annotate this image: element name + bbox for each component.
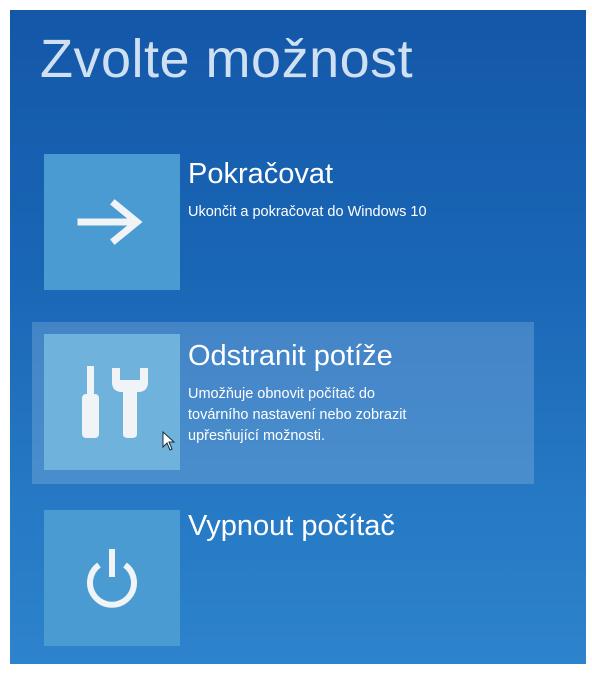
option-shutdown-title[interactable]: Vypnout počítač xyxy=(188,510,395,543)
arrow-right-icon xyxy=(77,199,143,245)
page-title: Zvolte možnost xyxy=(40,29,414,89)
option-shutdown[interactable]: Vypnout počítač xyxy=(32,508,534,658)
option-troubleshoot[interactable]: Odstranit potíže Umožňuje obnovit počíta… xyxy=(32,322,534,484)
option-continue[interactable]: Pokračovat Ukončit a pokračovat do Windo… xyxy=(32,152,534,302)
option-shutdown-tile[interactable] xyxy=(44,510,180,646)
option-continue-title[interactable]: Pokračovat xyxy=(188,158,333,191)
mouse-cursor-icon xyxy=(162,431,176,451)
option-troubleshoot-description-line-2: továrního nastavení nebo zobrazit xyxy=(188,407,407,423)
option-troubleshoot-tile[interactable] xyxy=(44,334,180,470)
power-icon xyxy=(87,549,137,608)
option-troubleshoot-description-line-3: upřesňující možnosti. xyxy=(188,428,326,444)
option-continue-tile[interactable] xyxy=(44,154,180,290)
option-troubleshoot-title[interactable]: Odstranit potíže xyxy=(188,340,393,373)
option-troubleshoot-description-line-1: Umožňuje obnovit počítač do xyxy=(188,386,375,402)
recovery-screen: Zvolte možnost Pokračovat Ukončit a pokr… xyxy=(10,10,586,664)
option-continue-description: Ukončit a pokračovat do Windows 10 xyxy=(188,204,427,220)
tools-icon xyxy=(82,366,148,438)
